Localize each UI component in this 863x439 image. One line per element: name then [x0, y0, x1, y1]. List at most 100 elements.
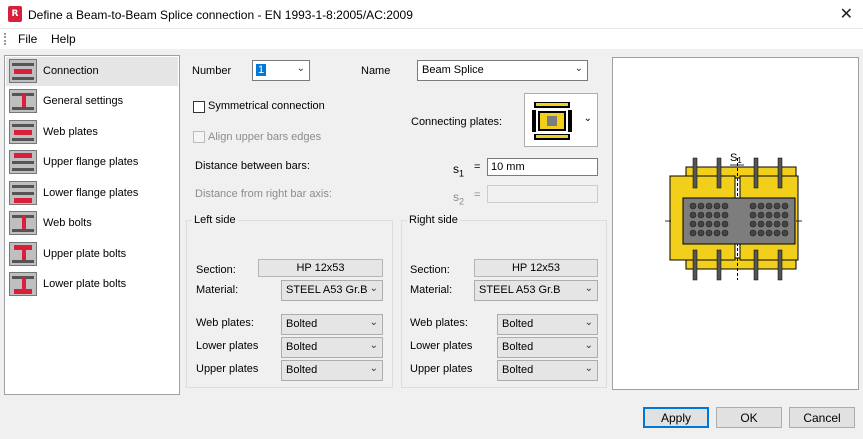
bolt-icon — [773, 202, 781, 210]
sidebar-item-general-settings[interactable]: General settings — [6, 87, 178, 116]
bolt-icon — [757, 202, 765, 210]
bolt-icon — [773, 220, 781, 228]
s2-input[interactable] — [487, 185, 598, 203]
cancel-button[interactable]: Cancel — [789, 407, 855, 428]
right-section-label: Section: — [410, 264, 450, 276]
bolt-icon — [721, 220, 729, 228]
bolt-icon — [713, 229, 721, 237]
s2-equals: = — [474, 189, 481, 201]
window-title: Define a Beam-to-Beam Splice connection … — [28, 8, 413, 22]
connecting-plates-label: Connecting plates: — [411, 116, 503, 128]
chevron-down-icon: ⌄ — [584, 317, 593, 328]
menu-grip-icon — [4, 33, 6, 45]
bolt-icon — [757, 229, 765, 237]
bolt-icon — [749, 202, 757, 210]
sidebar-item-upper-plate-bolts[interactable]: Upper plate bolts — [6, 240, 178, 269]
bolt-icon — [749, 220, 757, 228]
left-section-label: Section: — [196, 264, 236, 276]
left-upper-plates-select[interactable]: Bolted ⌄ — [281, 360, 383, 381]
menu-bar: File Help — [0, 29, 863, 49]
name-value: Beam Splice — [422, 64, 484, 76]
left-material-label: Material: — [196, 284, 239, 296]
right-material-label: Material: — [410, 284, 453, 296]
bolt-icon — [713, 211, 721, 219]
title-bar: R Define a Beam-to-Beam Splice connectio… — [0, 0, 863, 29]
chevron-down-icon: ⌄ — [584, 283, 593, 294]
dimension-label: S1 — [730, 152, 742, 165]
number-value: 1 — [256, 64, 267, 76]
bolt-icon — [765, 229, 773, 237]
web-bolts-icon — [9, 211, 37, 235]
s2-label: s2 — [453, 190, 465, 207]
sidebar-item-label: Lower flange plates — [43, 187, 139, 199]
sidebar-item-web-plates[interactable]: Web plates — [6, 118, 178, 147]
s1-value: 10 mm — [491, 161, 525, 173]
sidebar-item-lower-plate-bolts[interactable]: Lower plate bolts — [6, 270, 178, 299]
right-lower-plates-select[interactable]: Bolted ⌄ — [497, 337, 598, 358]
bolt-icon — [697, 229, 705, 237]
sidebar-item-upper-flange-plates[interactable]: Upper flange plates — [6, 148, 178, 177]
bolt-icon — [689, 202, 697, 210]
left-lower-plates-select[interactable]: Bolted ⌄ — [281, 337, 383, 358]
bolt-icon — [765, 202, 773, 210]
sidebar-item-label: Lower plate bolts — [43, 278, 127, 290]
left-web-plates-select[interactable]: Bolted ⌄ — [281, 314, 383, 335]
align-checkbox[interactable] — [193, 131, 205, 143]
lower-flange-plates-icon — [9, 181, 37, 205]
sidebar: Connection General settings Web plates U… — [4, 55, 180, 395]
bolt-icon — [757, 211, 765, 219]
bolt-icon — [689, 220, 697, 228]
connecting-plates-select[interactable]: ⌄ — [524, 93, 598, 147]
bolt-icon — [781, 211, 789, 219]
ok-button[interactable]: OK — [716, 407, 782, 428]
right-section-field: HP 12x53 — [474, 259, 598, 277]
left-section-field: HP 12x53 — [258, 259, 383, 277]
bolt-icon — [773, 211, 781, 219]
right-web-plates-select[interactable]: Bolted ⌄ — [497, 314, 598, 335]
bolt-icon — [749, 211, 757, 219]
bolt-icon — [705, 202, 713, 210]
bolt-icon — [697, 220, 705, 228]
left-material-select[interactable]: STEEL A53 Gr.B ⌄ — [281, 280, 383, 301]
sidebar-item-label: Web plates — [43, 126, 98, 138]
bolt-icon — [705, 211, 713, 219]
chevron-down-icon: ⌄ — [296, 63, 305, 74]
bolt-icon — [697, 211, 705, 219]
bolt-icon — [705, 220, 713, 228]
bolt-icon — [781, 229, 789, 237]
bolt-icon — [757, 220, 765, 228]
menu-file[interactable]: File — [18, 32, 37, 46]
s1-label: s1 — [453, 162, 465, 179]
apply-button[interactable]: Apply — [643, 407, 709, 428]
name-label: Name — [361, 65, 391, 77]
close-icon[interactable]: ✕ — [840, 4, 853, 23]
bolt-icon — [765, 220, 773, 228]
right-side-title: Right side — [407, 214, 460, 226]
right-lower-plates-label: Lower plates — [410, 340, 473, 352]
right-upper-plates-label: Upper plates — [410, 363, 473, 375]
connection-preview: S1 — [612, 57, 859, 390]
left-lower-plates-label: Lower plates — [196, 340, 259, 352]
bolt-icon — [697, 202, 705, 210]
sidebar-item-label: Connection — [43, 65, 99, 77]
right-upper-plates-select[interactable]: Bolted ⌄ — [497, 360, 598, 381]
symmetrical-label: Symmetrical connection — [208, 100, 325, 112]
sidebar-item-connection[interactable]: Connection — [6, 57, 178, 86]
chevron-down-icon: ⌄ — [583, 113, 592, 124]
symmetrical-checkbox[interactable] — [193, 101, 205, 113]
bolt-icon — [689, 211, 697, 219]
lower-plate-bolts-icon — [9, 272, 37, 296]
bolt-icon — [781, 202, 789, 210]
number-select[interactable]: 1 ⌄ — [252, 60, 310, 81]
bolt-icon — [713, 220, 721, 228]
sidebar-item-lower-flange-plates[interactable]: Lower flange plates — [6, 179, 178, 208]
name-select[interactable]: Beam Splice ⌄ — [417, 60, 588, 81]
web-plates-icon — [9, 120, 37, 144]
connection-icon — [9, 59, 37, 83]
s1-input[interactable]: 10 mm — [487, 158, 598, 176]
right-web-plates-label: Web plates: — [410, 317, 468, 329]
left-upper-plates-label: Upper plates — [196, 363, 259, 375]
right-material-select[interactable]: STEEL A53 Gr.B ⌄ — [474, 280, 598, 301]
sidebar-item-web-bolts[interactable]: Web bolts — [6, 209, 178, 238]
menu-help[interactable]: Help — [51, 32, 76, 46]
